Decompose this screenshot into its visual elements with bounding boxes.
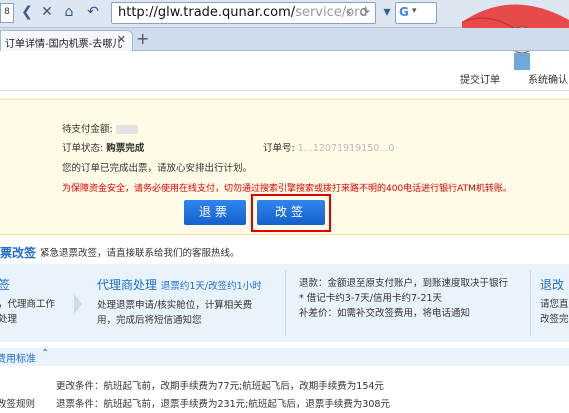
- refund-fee-line: 退票条件：航班起飞前，退票手续费为231元;航班起飞后，退票手续费为308元: [56, 399, 390, 410]
- refund-section-title: 票改签: [0, 246, 37, 260]
- amount-value-redacted: [115, 125, 138, 134]
- fee-standard-title: 费用标准: [0, 354, 36, 365]
- step-3-text: 退款：金额退至原支付账户，到账速度取决于银行 * 借记卡约3-7天/信用卡约7-…: [299, 278, 509, 319]
- tab-order-detail[interactable]: 订单详情-国内机票-去哪儿 ✕: [0, 30, 133, 51]
- step-4-text: 请您直 改签完: [540, 299, 569, 325]
- home-icon[interactable]: ⌂: [60, 3, 78, 21]
- highlight-box: [251, 194, 331, 232]
- step-1-title: 签: [0, 278, 11, 292]
- step-divider: [285, 270, 286, 336]
- google-icon: G: [399, 5, 409, 19]
- close-icon[interactable]: ✕: [38, 3, 56, 21]
- step-1-text: ，代理商工作 处理: [0, 299, 56, 325]
- order-number-row: 订单号: 1...12071919150...0: [263, 143, 395, 154]
- status-row: 订单状态: 购票完成: [62, 143, 145, 154]
- tab-title: 订单详情-国内机票-去哪儿: [5, 39, 123, 50]
- change-fee-line: 更改条件：航班起飞前，改期手续费为77元;航班起飞后，改期手续费为154元: [56, 381, 384, 392]
- arrow-icon: [74, 294, 82, 314]
- refund-button[interactable]: 退票: [184, 200, 246, 225]
- tab-count[interactable]: 8: [0, 3, 14, 23]
- step-2-title: 代理商处理 退票约1天/改签约1小时: [97, 278, 262, 292]
- search-engine-box[interactable]: G ▾: [395, 2, 437, 24]
- step-2-subtitle: 退票约1天/改签约1小时: [160, 281, 262, 292]
- security-warning: 为保障资金安全，请务必使用在线支付，切勿通过搜索引擎搜索或拨打来路不明的400电…: [62, 184, 512, 194]
- chevron-up-icon[interactable]: ⌃: [41, 348, 49, 359]
- completed-message: 您的订单已完成出票，请放心安排出行计划。: [62, 163, 253, 174]
- step-2-text: 处理退票申请/核实舱位，计算相关费 用，完成后将短信通知您: [97, 300, 253, 326]
- header-divider: [0, 90, 569, 91]
- step-system-confirm: 系统确认: [528, 75, 568, 86]
- step-submit-order: 提交订单: [460, 75, 500, 86]
- step-divider-2: [530, 270, 531, 336]
- step-4-title: 退改: [540, 278, 565, 292]
- search-dropdown-icon[interactable]: ▾: [412, 6, 417, 16]
- refund-note: 紧急退票改签，请直接联系给我们的客服热线。: [40, 248, 240, 259]
- new-tab-icon[interactable]: +: [136, 29, 149, 48]
- address-bar[interactable]: http://glw.trade.qunar.com/service/ord ⚡…: [111, 2, 376, 24]
- url-text: http://glw.trade.qunar.com/service/ord: [118, 5, 368, 20]
- amount-row: 待支付金额:: [62, 121, 138, 135]
- dropdown-icon[interactable]: ▾: [378, 3, 396, 21]
- back-icon[interactable]: ❮: [18, 3, 36, 21]
- refresh-icon[interactable]: ⟳: [360, 5, 370, 19]
- fee-standard-bar[interactable]: [0, 348, 569, 366]
- undo-icon[interactable]: ↶: [84, 3, 102, 21]
- change-rule-label: 改签规则: [0, 399, 36, 410]
- status-value: 购票完成: [106, 143, 145, 154]
- order-number-value: 1...12071919150...0: [297, 143, 395, 154]
- close-tab-icon[interactable]: ✕: [117, 33, 126, 46]
- lightning-icon[interactable]: ⚡: [345, 6, 353, 20]
